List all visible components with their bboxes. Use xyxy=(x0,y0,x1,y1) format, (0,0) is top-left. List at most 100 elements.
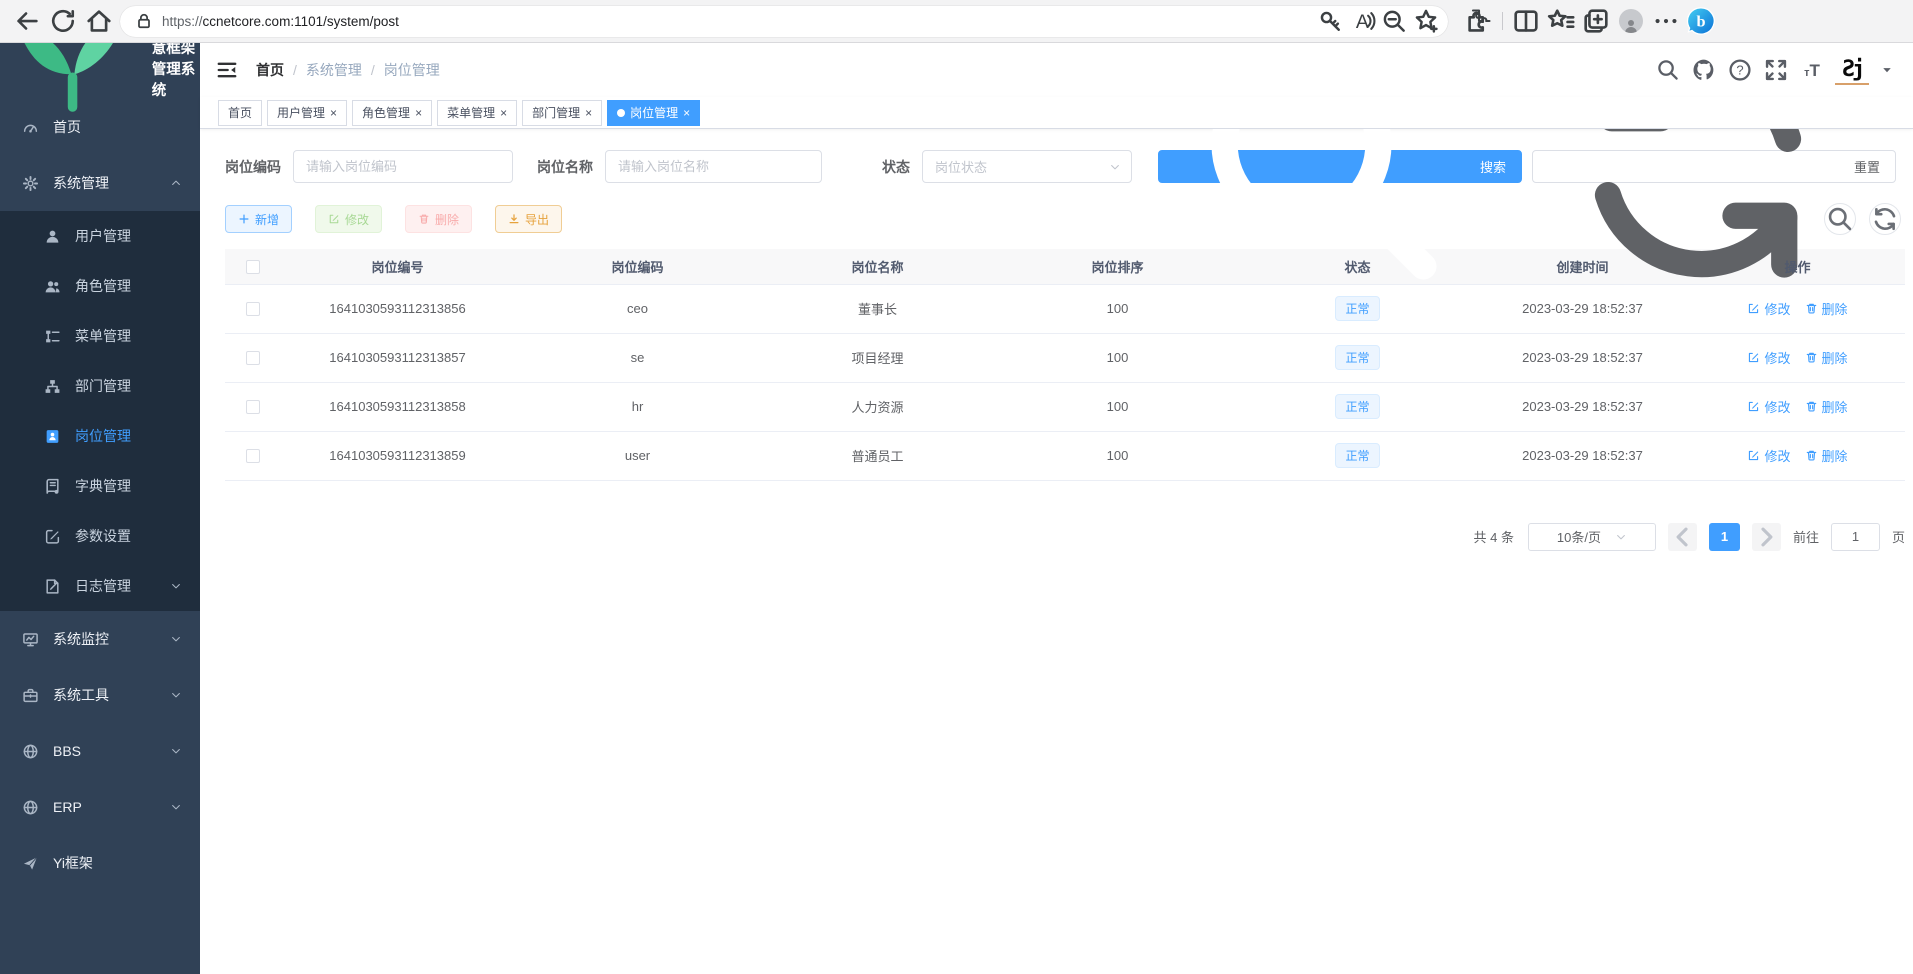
row-edit-link[interactable]: 修改 xyxy=(1747,299,1790,318)
refresh-table-icon[interactable] xyxy=(1869,203,1901,235)
tab-用户管理[interactable]: 用户管理× xyxy=(267,100,347,126)
add-favorite-icon[interactable] xyxy=(1412,7,1440,35)
fullscreen-icon[interactable] xyxy=(1763,57,1789,83)
row-edit-link[interactable]: 修改 xyxy=(1747,348,1790,367)
row-delete-link[interactable]: 删除 xyxy=(1805,446,1848,465)
profile-avatar[interactable] xyxy=(1616,6,1646,36)
avatar-caret-down-icon[interactable] xyxy=(1881,64,1893,76)
favorites-icon[interactable] xyxy=(1546,6,1576,36)
breadcrumb-separator: / xyxy=(371,62,375,78)
extensions-icon[interactable] xyxy=(1464,6,1494,36)
github-icon[interactable] xyxy=(1691,57,1717,83)
show-search-toggle-icon[interactable] xyxy=(1824,203,1856,235)
breadcrumb-item-首页[interactable]: 首页 xyxy=(256,60,284,80)
read-aloud-icon[interactable]: A xyxy=(1348,7,1376,35)
delete-button[interactable]: 删除 xyxy=(405,205,472,233)
goto-page-input[interactable] xyxy=(1831,523,1880,551)
column-header-岗位编码: 岗位编码 xyxy=(515,249,760,284)
tab-岗位管理[interactable]: 岗位管理× xyxy=(607,100,700,126)
search-button[interactable]: 搜索 xyxy=(1158,150,1522,183)
edit-button[interactable]: 修改 xyxy=(315,205,382,233)
sidebar-submenu: 用户管理角色管理菜单管理部门管理岗位管理字典管理参数设置日志管理 xyxy=(0,211,200,611)
header-search-icon[interactable] xyxy=(1655,57,1681,83)
sidebar-item-BBS[interactable]: BBS xyxy=(0,723,200,779)
reset-button[interactable]: 重置 xyxy=(1532,150,1896,183)
collapse-sidebar-icon[interactable] xyxy=(216,59,238,81)
sidebar-item-部门管理[interactable]: 部门管理 xyxy=(0,361,200,411)
globe-icon xyxy=(22,743,39,760)
select-all-checkbox[interactable] xyxy=(246,260,260,274)
status-select[interactable]: 岗位状态 xyxy=(922,150,1132,183)
sidebar-item-角色管理[interactable]: 角色管理 xyxy=(0,261,200,311)
cell-post-name: 董事长 xyxy=(760,284,995,333)
sidebar-item-系统监控[interactable]: 系统监控 xyxy=(0,611,200,667)
address-bar[interactable]: https://ccnetcore.com:1101/system/post A xyxy=(120,6,1448,37)
close-tab-icon[interactable]: × xyxy=(585,107,592,119)
close-tab-icon[interactable]: × xyxy=(415,107,422,119)
row-checkbox[interactable] xyxy=(246,449,260,463)
zoom-out-icon[interactable] xyxy=(1380,7,1408,35)
cell-post-code: user xyxy=(515,431,760,480)
sidebar-item-Yi框架[interactable]: Yi框架 xyxy=(0,835,200,891)
collections-icon[interactable] xyxy=(1581,6,1611,36)
tab-label: 首页 xyxy=(228,104,252,121)
sidebar-item-系统工具[interactable]: 系统工具 xyxy=(0,667,200,723)
globe-icon xyxy=(22,799,39,816)
row-edit-link[interactable]: 修改 xyxy=(1747,397,1790,416)
tab-角色管理[interactable]: 角色管理× xyxy=(352,100,432,126)
add-button[interactable]: 新增 xyxy=(225,205,292,233)
chevron-down-icon xyxy=(170,689,182,701)
page-number-1[interactable]: 1 xyxy=(1709,523,1740,551)
help-icon[interactable]: ? xyxy=(1727,57,1753,83)
cell-post-sort: 100 xyxy=(995,382,1240,431)
sidebar-item-菜单管理[interactable]: 菜单管理 xyxy=(0,311,200,361)
row-delete-link[interactable]: 删除 xyxy=(1805,299,1848,318)
close-tab-icon[interactable]: × xyxy=(683,107,690,119)
home-icon[interactable] xyxy=(84,6,114,36)
row-edit-link[interactable]: 修改 xyxy=(1747,446,1790,465)
sidebar-item-系统管理[interactable]: 系统管理 xyxy=(0,155,200,211)
gear-icon xyxy=(22,175,39,192)
trash-icon xyxy=(1805,400,1818,413)
row-delete-link[interactable]: 删除 xyxy=(1805,397,1848,416)
refresh-icon[interactable] xyxy=(48,6,78,36)
sidebar-item-岗位管理[interactable]: 岗位管理 xyxy=(0,411,200,461)
status-badge: 正常 xyxy=(1335,394,1379,419)
post-icon xyxy=(44,428,61,445)
tab-部门管理[interactable]: 部门管理× xyxy=(522,100,602,126)
font-size-icon[interactable]: тT xyxy=(1799,57,1825,83)
trash-icon xyxy=(1805,449,1818,462)
row-checkbox[interactable] xyxy=(246,302,260,316)
row-delete-link[interactable]: 删除 xyxy=(1805,348,1848,367)
close-tab-icon[interactable]: × xyxy=(500,107,507,119)
password-key-icon[interactable] xyxy=(1316,7,1344,35)
log-icon xyxy=(44,578,61,595)
url-text[interactable]: https://ccnetcore.com:1101/system/post xyxy=(162,14,1308,29)
bing-chat-icon[interactable]: b xyxy=(1686,6,1716,36)
sidebar-item-用户管理[interactable]: 用户管理 xyxy=(0,211,200,261)
user-avatar[interactable]: Ƨj xyxy=(1835,55,1869,85)
page-size-select[interactable]: 10条/页 xyxy=(1528,523,1656,551)
split-screen-icon[interactable] xyxy=(1511,6,1541,36)
row-checkbox[interactable] xyxy=(246,351,260,365)
row-checkbox[interactable] xyxy=(246,400,260,414)
total-count: 共 4 条 xyxy=(1474,527,1514,546)
more-menu-icon[interactable] xyxy=(1651,6,1681,36)
post-name-input[interactable] xyxy=(605,150,822,183)
tab-首页[interactable]: 首页 xyxy=(218,100,262,126)
post-code-input[interactable] xyxy=(293,150,513,183)
tab-菜单管理[interactable]: 菜单管理× xyxy=(437,100,517,126)
app-logo[interactable]: 意框架管理系统 xyxy=(0,43,200,93)
close-tab-icon[interactable]: × xyxy=(330,107,337,119)
sidebar-item-参数设置[interactable]: 参数设置 xyxy=(0,511,200,561)
prev-page-icon[interactable] xyxy=(1668,523,1697,551)
chevron-down-icon xyxy=(1109,161,1121,173)
back-icon[interactable] xyxy=(12,6,42,36)
next-page-icon[interactable] xyxy=(1752,523,1781,551)
trash-icon xyxy=(1805,351,1818,364)
export-button[interactable]: 导出 xyxy=(495,205,562,233)
sidebar-item-ERP[interactable]: ERP xyxy=(0,779,200,835)
sidebar-item-日志管理[interactable]: 日志管理 xyxy=(0,561,200,611)
sidebar-item-字典管理[interactable]: 字典管理 xyxy=(0,461,200,511)
sidebar-item-label: Yi框架 xyxy=(53,853,182,873)
